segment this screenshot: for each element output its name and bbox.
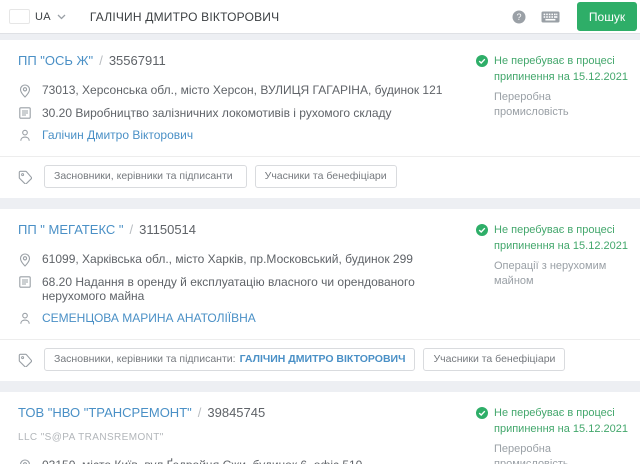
card-footer: Засновники, керівники та підписанти Учас…	[0, 156, 640, 198]
activity-text: 68.20 Надання в оренду й експлуатацію вл…	[42, 275, 415, 303]
status-badge: Не перебуває в процесі припинення на 15.…	[476, 406, 628, 438]
company-code: 39845745	[207, 405, 266, 420]
company-alt-name: LLC "S@PA TRANSREMONT"	[18, 432, 164, 443]
company-title: ТОВ "НВО "ТРАНСРЕМОНТ" / 39845745	[18, 405, 476, 420]
status-text: Не перебуває в процесі припинення на 15.…	[494, 407, 628, 435]
document-icon	[18, 106, 32, 119]
tag-icon	[18, 170, 32, 184]
tag-beneficiaries-button[interactable]: Учасники та бенефіціари	[254, 165, 397, 188]
title-separator: /	[99, 53, 103, 68]
card-footer: Засновники, керівники та підписанти: ГАЛІ…	[0, 339, 640, 381]
company-name-link[interactable]: ПП " МЕГАТЕКС "	[18, 222, 124, 237]
check-circle-icon	[476, 224, 488, 236]
tag-icon	[18, 353, 32, 367]
check-circle-icon	[476, 55, 488, 67]
search-input[interactable]	[89, 9, 512, 24]
industry-label: Переробна промисловість	[494, 442, 569, 464]
person-icon	[18, 128, 32, 142]
svg-text:?: ?	[516, 12, 521, 22]
location-pin-icon	[18, 458, 32, 464]
document-icon	[18, 275, 32, 288]
tag-founders-button[interactable]: Засновники, керівники та підписанти: ГАЛІ…	[44, 348, 416, 371]
address-text: 03150, місто Київ, вул.Ґедройця Єжи, буд…	[42, 458, 362, 464]
company-name-link[interactable]: ТОВ "НВО "ТРАНСРЕМОНТ"	[18, 405, 192, 420]
activity-row: 30.20 Виробництво залізничних локомотиві…	[18, 106, 476, 120]
company-code: 35567911	[108, 53, 166, 68]
result-card: ТОВ "НВО "ТРАНСРЕМОНТ" / 39845745 LLC "S@P…	[0, 392, 640, 464]
status-text: Не перебуває в процесі припинення на 15.…	[494, 55, 628, 83]
person-link[interactable]: СЕМЕНЦОВА МАРИНА АНАТОЛІЇВНА	[42, 311, 256, 325]
title-separator: /	[129, 222, 134, 237]
ukraine-flag-icon	[10, 10, 29, 23]
tag-beneficiaries-button[interactable]: Учасники та бенефіціари	[423, 348, 566, 371]
person-row: СЕМЕНЦОВА МАРИНА АНАТОЛІЇВНА	[18, 311, 476, 325]
person-row: Галічин Дмитро Вікторович	[18, 128, 476, 142]
title-separator: /	[197, 405, 202, 420]
search-bar: UA ? Пошук	[0, 0, 640, 34]
search-button[interactable]: Пошук	[577, 2, 637, 31]
person-link[interactable]: Галічин Дмитро Вікторович	[42, 128, 193, 142]
result-card: ПП "ОСЬ Ж" / 35567911 73013, Херсонська об…	[0, 40, 640, 198]
activity-row: 68.20 Надання в оренду й експлуатацію вл…	[18, 275, 476, 303]
activity-text: 30.20 Виробництво залізничних локомотиві…	[42, 106, 392, 120]
location-pin-icon	[18, 83, 32, 98]
result-card: ПП " МЕГАТЕКС " / 31150514 61099, Харківсь…	[0, 209, 640, 381]
company-title: ПП " МЕГАТЕКС " / 31150514	[18, 222, 476, 237]
company-code: 31150514	[139, 222, 197, 237]
language-selector[interactable]: UA	[10, 10, 76, 23]
chevron-down-icon	[57, 14, 66, 19]
location-pin-icon	[18, 252, 32, 267]
help-icon[interactable]: ?	[512, 10, 526, 24]
industry-label: Операції з нерухомим майном	[494, 259, 607, 288]
address-row: 73013, Херсонська обл., місто Херсон, ВУ…	[18, 83, 476, 98]
industry-label: Переробна промисловість	[494, 90, 569, 119]
address-row: 03150, місто Київ, вул.Ґедройця Єжи, буд…	[18, 458, 476, 464]
keyboard-icon[interactable]	[541, 10, 560, 24]
tag-person-link[interactable]: ГАЛІЧИН ДМИТРО ВІКТОРОВИЧ	[240, 353, 406, 365]
status-badge: Не перебуває в процесі припинення на 15.…	[476, 223, 628, 255]
address-row: 61099, Харківська обл., місто Харків, пр…	[18, 252, 476, 267]
person-icon	[18, 311, 32, 325]
search-results: ПП "ОСЬ Ж" / 35567911 73013, Херсонська об…	[0, 34, 640, 464]
address-text: 73013, Херсонська обл., місто Херсон, ВУ…	[42, 83, 443, 97]
tag-founders-button[interactable]: Засновники, керівники та підписанти	[44, 165, 247, 188]
company-title: ПП "ОСЬ Ж" / 35567911	[18, 53, 476, 68]
address-text: 61099, Харківська обл., місто Харків, пр…	[42, 252, 413, 266]
company-name-link[interactable]: ПП "ОСЬ Ж"	[18, 53, 93, 68]
status-text: Не перебуває в процесі припинення на 15.…	[494, 224, 628, 252]
language-code: UA	[35, 10, 51, 23]
status-badge: Не перебуває в процесі припинення на 15.…	[476, 54, 628, 86]
check-circle-icon	[476, 407, 488, 419]
